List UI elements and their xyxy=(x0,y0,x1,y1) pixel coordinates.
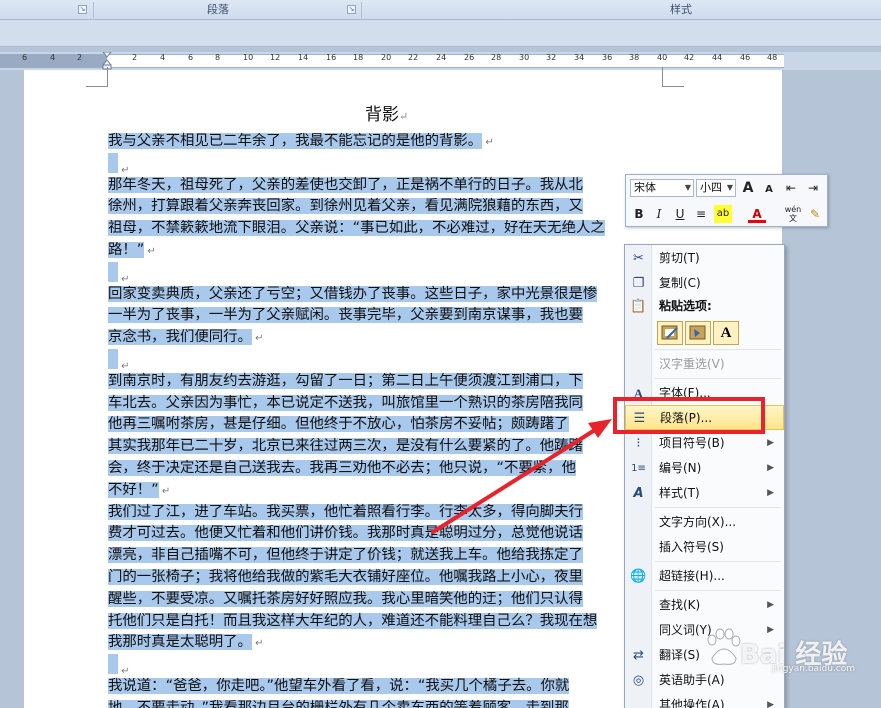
paste-icon: 📋 xyxy=(630,299,647,314)
submenu-arrow-icon: ▶ xyxy=(767,600,774,610)
font-name-select[interactable]: 宋体 ▼ xyxy=(630,179,694,197)
submenu-arrow-icon: ▶ xyxy=(767,438,774,448)
menu-item-text-direction[interactable]: 文字方向(X)... xyxy=(625,510,784,535)
keep-format-icon xyxy=(661,325,678,340)
menu-item-reconvert: 汉字重选(V) xyxy=(659,357,725,371)
grow-font-button[interactable]: A xyxy=(739,179,757,197)
increase-indent-icon[interactable]: ⇥ xyxy=(804,179,822,197)
submenu-arrow-icon: ▶ xyxy=(767,700,774,708)
menu-item-english-assistant[interactable]: ◎ 英语助手(A) xyxy=(625,668,784,693)
chevron-down-icon: ▼ xyxy=(726,183,733,192)
annotation-highlight-box xyxy=(613,397,765,434)
baidu-paw-logo xyxy=(707,628,741,665)
watermark-url: jingyan.baidu.com xyxy=(772,664,856,674)
submenu-arrow-icon: ▶ xyxy=(767,488,774,498)
center-align-icon[interactable]: ≡ xyxy=(692,205,710,223)
underline-button[interactable]: U xyxy=(671,205,689,223)
translate-icon: ⇄ xyxy=(633,648,644,663)
menu-item-paste-options: 📋 粘贴选项: xyxy=(630,299,712,314)
italic-button[interactable]: I xyxy=(650,205,668,223)
menu-item-copy[interactable]: ❐ 复制(C) xyxy=(625,271,784,296)
menu-separator xyxy=(655,378,781,379)
font-color-button[interactable]: A xyxy=(748,205,766,223)
merge-format-icon xyxy=(689,325,706,340)
font-size-select[interactable]: 小四 ▼ xyxy=(696,179,736,197)
menu-item-hyperlink[interactable]: 🌐 超链接(H)... xyxy=(625,564,784,589)
paste-merge-format-button[interactable] xyxy=(685,321,711,345)
menu-item-styles[interactable]: A 样式(T) ▶ xyxy=(625,481,784,506)
submenu-arrow-icon: ▶ xyxy=(767,463,774,473)
menu-separator xyxy=(655,561,781,562)
styles-icon: A xyxy=(633,486,644,501)
format-painter-icon[interactable]: ✎ xyxy=(806,205,824,223)
highlight-color-icon[interactable]: ab xyxy=(714,205,732,223)
menu-item-lookup[interactable]: 查找(K) ▶ xyxy=(625,593,784,618)
mini-toolbar: 宋体 ▼ 小四 ▼ A A ⇤ ⇥ B I U ≡ ab A wén 文 ✎ xyxy=(625,174,828,227)
menu-item-bullets[interactable]: ⁝ 项目符号(B) ▶ xyxy=(625,431,784,456)
chevron-down-icon: ▼ xyxy=(684,183,691,192)
menu-item-numbering[interactable]: 1≡ 编号(N) ▶ xyxy=(625,456,784,481)
menu-separator xyxy=(655,507,781,508)
hyperlink-icon: 🌐 xyxy=(630,569,647,584)
numbering-icon: 1≡ xyxy=(631,463,646,474)
phonetic-guide-button[interactable]: wén 文 xyxy=(784,205,802,223)
copy-icon: ❐ xyxy=(632,276,645,291)
paste-keep-format-button[interactable] xyxy=(657,321,683,345)
shrink-font-button[interactable]: A xyxy=(760,181,778,199)
paste-text-only-button[interactable]: A xyxy=(713,321,739,345)
decrease-indent-icon[interactable]: ⇤ xyxy=(782,179,800,197)
menu-separator xyxy=(655,349,781,350)
assistant-icon: ◎ xyxy=(632,673,645,688)
menu-item-cut[interactable]: ✂ 剪切(T) xyxy=(625,246,784,271)
bold-button[interactable]: B xyxy=(630,205,648,223)
bullets-icon: ⁝ xyxy=(636,436,641,451)
menu-item-more-actions[interactable]: 其他操作(A) ▶ xyxy=(625,693,784,708)
scissors-icon: ✂ xyxy=(633,251,644,266)
menu-item-insert-symbol[interactable]: 插入符号(S) xyxy=(625,535,784,560)
menu-separator xyxy=(655,590,781,591)
